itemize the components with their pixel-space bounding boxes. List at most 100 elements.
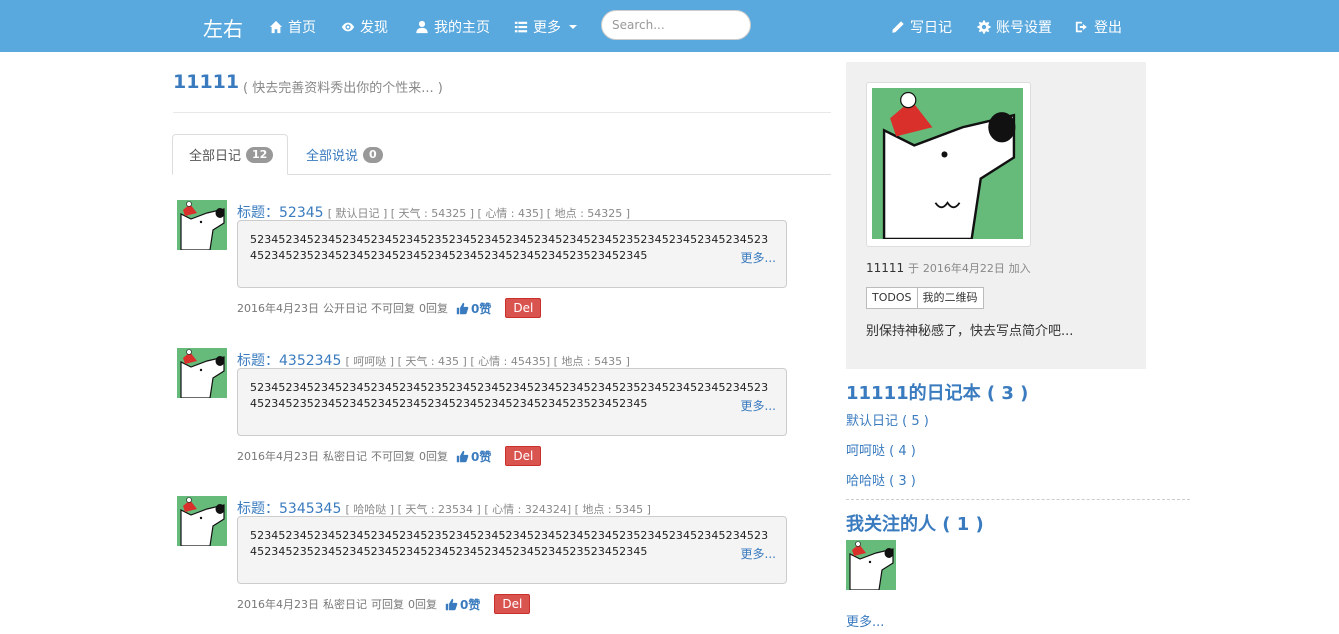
avatar[interactable] (177, 200, 227, 250)
nav-more-dropdown[interactable]: 更多 (514, 17, 577, 37)
notebook-link[interactable]: 哈哈哒 ( 3 ) (846, 470, 916, 489)
entry-content: 5234523452345234523452345235234523452345… (250, 381, 769, 410)
diary-entry: 标题：52345 [ 默认日记 ] [ 天气 : 54325 ] [ 心情 : … (177, 200, 789, 325)
entry-meta: [ 默认日记 ] [ 天气 : 54325 ] [ 心情 : 435] [ 地点… (327, 207, 631, 220)
home-icon (269, 20, 283, 34)
entry-title-line: 标题：5345345 [ 哈哈哒 ] [ 天气 : 23534 ] [ 心情 :… (237, 498, 651, 518)
following-heading: 我关注的人 ( 1 ) (846, 514, 984, 535)
entry-content-box: 5234523452345234523452345235234523452345… (237, 368, 787, 436)
joined-info: 11111 于 2016年4月22日 加入 (866, 261, 1031, 275)
nav-logout[interactable]: 登出 (1075, 17, 1122, 37)
thumbs-up-icon (456, 302, 469, 314)
divider (173, 112, 831, 113)
entry-title-link[interactable]: 标题：52345 (237, 205, 324, 221)
entry-title-line: 标题：4352345 [ 呵呵哒 ] [ 天气 : 435 ] [ 心情 : 4… (237, 350, 630, 370)
nav-settings-label: 账号设置 (996, 20, 1052, 36)
todos-button[interactable]: TODOS (866, 287, 918, 309)
nav-write-diary[interactable]: 写日记 (891, 17, 952, 37)
dog-avatar-icon (177, 348, 227, 398)
delete-button[interactable]: Del (505, 298, 542, 318)
more-link[interactable]: 更多... (741, 397, 776, 414)
following-more-link[interactable]: 更多... (846, 611, 884, 630)
tab-all-moments[interactable]: 全部说说 0 (290, 134, 399, 175)
qrcode-button[interactable]: 我的二维码 (917, 287, 984, 309)
tab-label: 全部说说 (306, 149, 359, 164)
delete-button[interactable]: Del (494, 594, 531, 614)
entry-footer: 2016年4月23日 公开日记 不可回复 0回复 0赞 Del (237, 298, 542, 318)
entry-visibility: 私密日记 (323, 450, 367, 463)
nav-discover[interactable]: 发现 (341, 17, 388, 37)
entry-content-box: 5234523452345234523452345235234523452345… (237, 516, 787, 584)
notebook-link[interactable]: 呵呵哒 ( 4 ) (846, 440, 916, 459)
like-button[interactable]: 0赞 (456, 448, 491, 465)
search-input[interactable] (601, 10, 751, 40)
entry-meta: [ 哈哈哒 ] [ 天气 : 23534 ] [ 心情 : 324324] [ … (345, 503, 651, 516)
profile-bio: 别保持神秘感了，快去写点简介吧... (866, 324, 1074, 339)
following-avatar[interactable] (846, 540, 896, 590)
entry-reply-setting: 不可回复 (371, 302, 415, 315)
logout-icon (1075, 21, 1087, 33)
tab-label: 全部日记 (189, 149, 242, 164)
thumbs-up-icon (445, 598, 458, 610)
nav-home[interactable]: 首页 (269, 17, 316, 37)
nav-more-label: 更多 (533, 20, 561, 36)
top-navbar: 左右 首页 发现 我的主页 更多 写日记 账号设置 登出 (0, 0, 1339, 52)
user-icon (416, 20, 428, 34)
joined-username: 11111 (866, 261, 905, 275)
more-link[interactable]: 更多... (741, 545, 776, 562)
entry-content-box: 5234523452345234523452345235234523452345… (237, 220, 787, 288)
profile-button-group: TODOS 我的二维码 (866, 287, 984, 309)
count-badge: 0 (363, 146, 383, 163)
thumbs-up-icon (456, 450, 469, 462)
entry-visibility: 公开日记 (323, 302, 367, 315)
nav-home-label: 首页 (288, 20, 316, 36)
nav-write-label: 写日记 (910, 20, 952, 36)
dog-avatar-icon (846, 540, 896, 590)
nav-my-home[interactable]: 我的主页 (415, 17, 490, 37)
entry-content: 5234523452345234523452345235234523452345… (250, 233, 769, 262)
nav-discover-label: 发现 (360, 20, 388, 36)
profile-card: 11111 于 2016年4月22日 加入 TODOS 我的二维码 别保持神秘感… (846, 62, 1146, 369)
like-button[interactable]: 0赞 (445, 596, 480, 613)
entry-date: 2016年4月23日 (237, 598, 319, 611)
profile-subtitle: ( 快去完善资料秀出你的个性来... ) (243, 81, 443, 96)
entry-reply-setting: 不可回复 (371, 450, 415, 463)
avatar[interactable] (177, 496, 227, 546)
joined-date: 2016年4月22日 (922, 262, 1005, 275)
entry-date: 2016年4月23日 (237, 450, 319, 463)
like-button[interactable]: 0赞 (456, 300, 491, 317)
notebook-link[interactable]: 默认日记 ( 5 ) (846, 410, 929, 429)
dog-avatar-icon (177, 496, 227, 546)
entry-title-line: 标题：52345 [ 默认日记 ] [ 天气 : 54325 ] [ 心情 : … (237, 202, 630, 222)
tab-all-diaries[interactable]: 全部日记 12 (172, 134, 288, 175)
list-icon (514, 21, 528, 33)
dog-avatar-icon (872, 88, 1023, 239)
avatar[interactable] (177, 348, 227, 398)
diary-entry: 标题：5345345 [ 哈哈哒 ] [ 天气 : 23534 ] [ 心情 :… (177, 496, 789, 621)
nav-account-settings[interactable]: 账号设置 (977, 17, 1052, 37)
entry-date: 2016年4月23日 (237, 302, 319, 315)
brand-logo[interactable]: 左右 (203, 13, 243, 42)
entry-title-link[interactable]: 标题：5345345 (237, 501, 341, 517)
divider (846, 499, 1190, 500)
caret-down-icon (569, 25, 577, 29)
entry-replies[interactable]: 0回复 (419, 448, 448, 464)
entry-visibility: 私密日记 (323, 598, 367, 611)
nav-my-home-label: 我的主页 (434, 20, 490, 36)
entry-meta: [ 呵呵哒 ] [ 天气 : 435 ] [ 心情 : 45435] [ 地点 … (345, 355, 630, 368)
pencil-icon (892, 21, 904, 33)
delete-button[interactable]: Del (505, 446, 542, 466)
diary-entry: 标题：4352345 [ 呵呵哒 ] [ 天气 : 435 ] [ 心情 : 4… (177, 348, 789, 473)
profile-username: 11111 (173, 71, 240, 93)
entry-replies[interactable]: 0回复 (419, 300, 448, 316)
entry-replies[interactable]: 0回复 (408, 596, 437, 612)
dog-avatar-icon (177, 200, 227, 250)
gear-icon (977, 20, 991, 34)
count-badge: 12 (246, 146, 274, 163)
more-link[interactable]: 更多... (741, 249, 776, 266)
entry-footer: 2016年4月23日 私密日记 可回复 0回复 0赞 Del (237, 594, 531, 614)
profile-avatar[interactable] (866, 82, 1031, 247)
entry-title-link[interactable]: 标题：4352345 (237, 353, 341, 369)
entry-content: 5234523452345234523452345235234523452345… (250, 529, 769, 558)
notebooks-heading: 11111的日记本 ( 3 ) (846, 383, 1029, 404)
